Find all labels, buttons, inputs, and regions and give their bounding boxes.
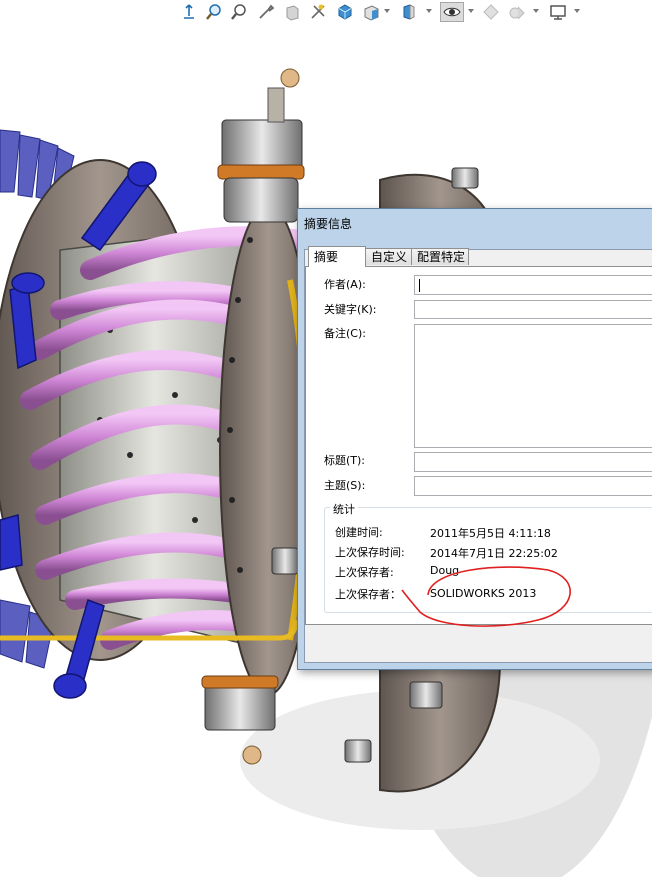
view-settings-caret-icon[interactable] (574, 9, 580, 13)
last-saved-with-value: SOLIDWORKS 2013 (430, 587, 537, 600)
display-style-caret-icon[interactable] (384, 9, 390, 13)
zoom-to-area-icon[interactable] (229, 2, 249, 22)
edit-appearance-icon[interactable] (440, 2, 464, 22)
zoom-to-fit-icon[interactable] (204, 2, 224, 22)
author-input[interactable] (414, 275, 652, 295)
comments-textarea[interactable] (414, 324, 652, 448)
created-time-label: 创建时间: (335, 526, 383, 539)
dialog-title: 摘要信息 (304, 217, 353, 231)
view-orientation-icon[interactable] (179, 2, 199, 22)
hide-show-items-icon[interactable] (399, 2, 419, 22)
hide-show-caret-icon[interactable] (426, 9, 432, 13)
last-saved-with-label: 上次保存者： (335, 588, 401, 601)
subject-label: 主题(S): (324, 479, 366, 492)
appearance-caret-icon[interactable] (468, 9, 474, 13)
previous-view-icon[interactable] (256, 2, 276, 22)
summary-panel: 作者(A): 关键字(K): 备注(C): 标题(T): 主题(S): 统计 创… (305, 266, 652, 625)
last-saved-by-value: Doug (430, 564, 460, 577)
tab-custom[interactable]: 自定义 (365, 248, 412, 265)
view-orientation-cube-icon[interactable] (335, 2, 355, 22)
tab-summary[interactable]: 摘要 (308, 246, 366, 267)
last-saved-time-label: 上次保存时间: (335, 546, 405, 559)
keywords-label: 关键字(K): (324, 303, 377, 316)
text-cursor (419, 279, 420, 292)
apply-scene-icon[interactable] (481, 2, 501, 22)
section-view-icon[interactable] (282, 2, 302, 22)
keywords-input[interactable] (414, 300, 652, 319)
subject-input[interactable] (414, 476, 652, 496)
view-toolbar (0, 0, 652, 26)
view-settings-icon[interactable] (548, 2, 568, 22)
last-saved-by-label: 上次保存者: (335, 566, 394, 579)
display-style-icon[interactable] (361, 2, 381, 22)
comments-label: 备注(C): (324, 327, 366, 340)
render-caret-icon[interactable] (533, 9, 539, 13)
last-saved-time-value: 2014年7月1日 22:25:02 (430, 547, 558, 560)
dynamic-annotation-icon[interactable] (308, 2, 328, 22)
title-input[interactable] (414, 452, 652, 472)
statistics-group-title: 统计 (330, 501, 358, 517)
tab-config-specific[interactable]: 配置特定 (411, 248, 469, 265)
created-time-value: 2011年5月5日 4:11:18 (430, 527, 551, 540)
render-tools-icon[interactable] (507, 2, 527, 22)
title-label: 标题(T): (324, 454, 366, 467)
author-label: 作者(A): (324, 278, 366, 291)
